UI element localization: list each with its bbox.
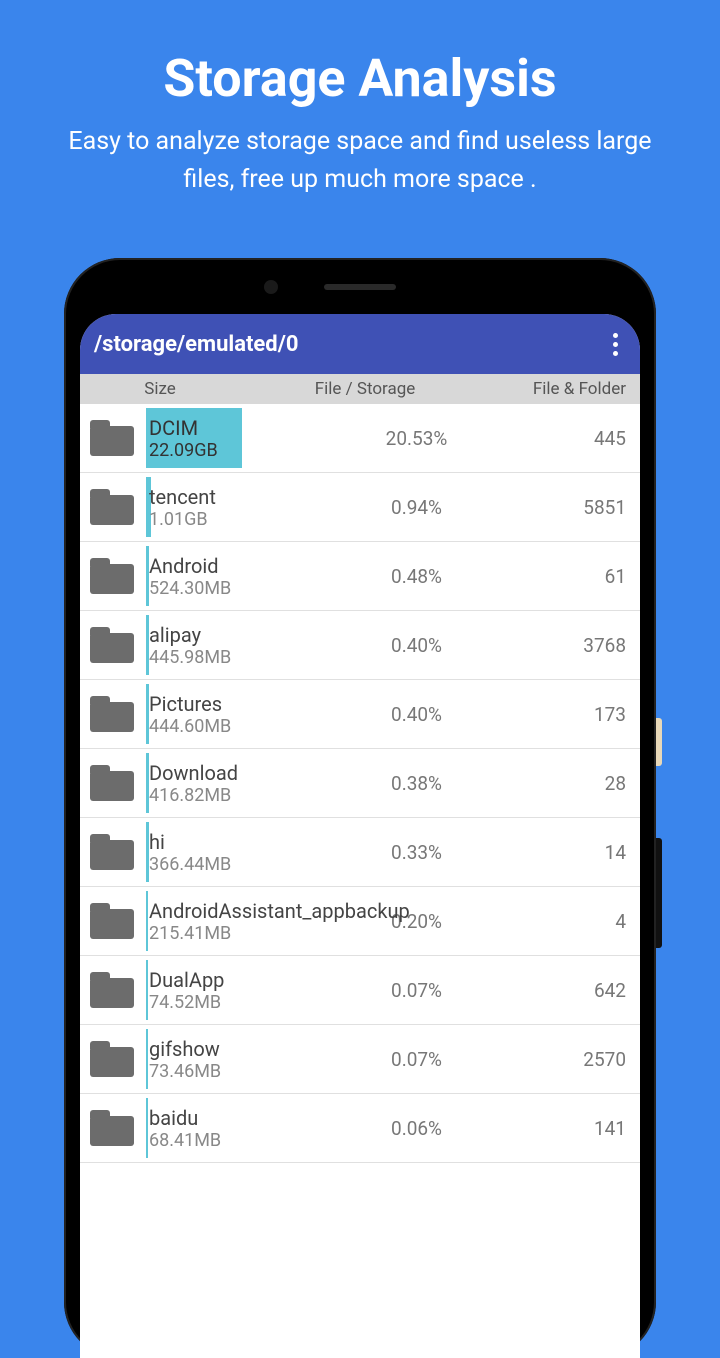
folder-list[interactable]: DCIM22.09GB20.53%445tencent1.01GB0.94%58… [80,404,640,1163]
folder-icon [88,487,136,527]
folder-name: AndroidAssistant_appbackup [149,899,297,923]
folder-size: 524.30MB [149,578,297,599]
folder-size: 22.09GB [149,440,297,461]
folder-size: 68.41MB [149,1130,297,1151]
folder-size: 416.82MB [149,785,297,806]
folder-name: Download [149,761,297,785]
list-item[interactable]: hi366.44MB0.33%14 [80,818,640,887]
folder-count: 173 [536,703,626,726]
folder-percent: 0.07% [297,1048,536,1071]
folder-icon [88,625,136,665]
phone-frame: /storage/emulated/0 Size File / Storage … [64,258,656,1358]
folder-count: 4 [536,910,626,933]
folder-count: 2570 [536,1048,626,1071]
folder-size: 74.52MB [149,992,297,1013]
folder-icon [88,694,136,734]
path-label: /storage/emulated/0 [94,332,298,357]
folder-percent: 0.06% [297,1117,536,1140]
folder-count: 14 [536,841,626,864]
folder-icon [88,901,136,941]
list-item[interactable]: tencent1.01GB0.94%5851 [80,473,640,542]
folder-percent: 0.40% [297,703,536,726]
folder-count: 28 [536,772,626,795]
folder-count: 5851 [536,496,626,519]
list-item[interactable]: Android524.30MB0.48%61 [80,542,640,611]
folder-size: 444.60MB [149,716,297,737]
folder-percent: 0.07% [297,979,536,1002]
folder-count: 642 [536,979,626,1002]
list-item[interactable]: DualApp74.52MB0.07%642 [80,956,640,1025]
folder-size: 1.01GB [149,509,297,530]
screen: /storage/emulated/0 Size File / Storage … [80,314,640,1358]
folder-percent: 20.53% [297,427,536,450]
folder-percent: 0.94% [297,496,536,519]
folder-name: gifshow [149,1037,297,1061]
folder-name: tencent [149,485,297,509]
promo-subtitle: Easy to analyze storage space and find u… [0,109,720,199]
appbar: /storage/emulated/0 [80,314,640,374]
list-item[interactable]: Pictures444.60MB0.40%173 [80,680,640,749]
folder-percent: 0.40% [297,634,536,657]
more-icon[interactable] [607,327,624,362]
folder-size: 445.98MB [149,647,297,668]
folder-count: 3768 [536,634,626,657]
folder-name: baidu [149,1106,297,1130]
col-file-storage[interactable]: File / Storage [240,379,490,399]
list-item[interactable]: baidu68.41MB0.06%141 [80,1094,640,1163]
folder-size: 215.41MB [149,923,297,944]
list-item[interactable]: AndroidAssistant_appbackup215.41MB0.20%4 [80,887,640,956]
side-button-icon [656,718,662,766]
folder-name: alipay [149,623,297,647]
folder-icon [88,970,136,1010]
col-file-folder[interactable]: File & Folder [490,379,640,399]
folder-count: 141 [536,1117,626,1140]
folder-percent: 0.48% [297,565,536,588]
folder-name: DCIM [149,416,297,440]
folder-icon [88,763,136,803]
list-item[interactable]: Download416.82MB0.38%28 [80,749,640,818]
folder-count: 61 [536,565,626,588]
promo-title: Storage Analysis [0,0,720,109]
list-item[interactable]: alipay445.98MB0.40%3768 [80,611,640,680]
folder-name: hi [149,830,297,854]
side-button-icon [656,838,662,948]
folder-percent: 0.38% [297,772,536,795]
camera-icon [264,280,278,294]
folder-name: Pictures [149,692,297,716]
list-item[interactable]: gifshow73.46MB0.07%2570 [80,1025,640,1094]
folder-icon [88,1108,136,1148]
folder-icon [88,556,136,596]
folder-name: Android [149,554,297,578]
speaker-icon [324,284,396,290]
folder-size: 73.46MB [149,1061,297,1082]
column-header: Size File / Storage File & Folder [80,374,640,404]
col-size[interactable]: Size [80,379,240,399]
folder-name: DualApp [149,968,297,992]
folder-icon [88,418,136,458]
folder-size: 366.44MB [149,854,297,875]
folder-percent: 0.33% [297,841,536,864]
folder-icon [88,832,136,872]
list-item[interactable]: DCIM22.09GB20.53%445 [80,404,640,473]
folder-icon [88,1039,136,1079]
folder-count: 445 [536,427,626,450]
